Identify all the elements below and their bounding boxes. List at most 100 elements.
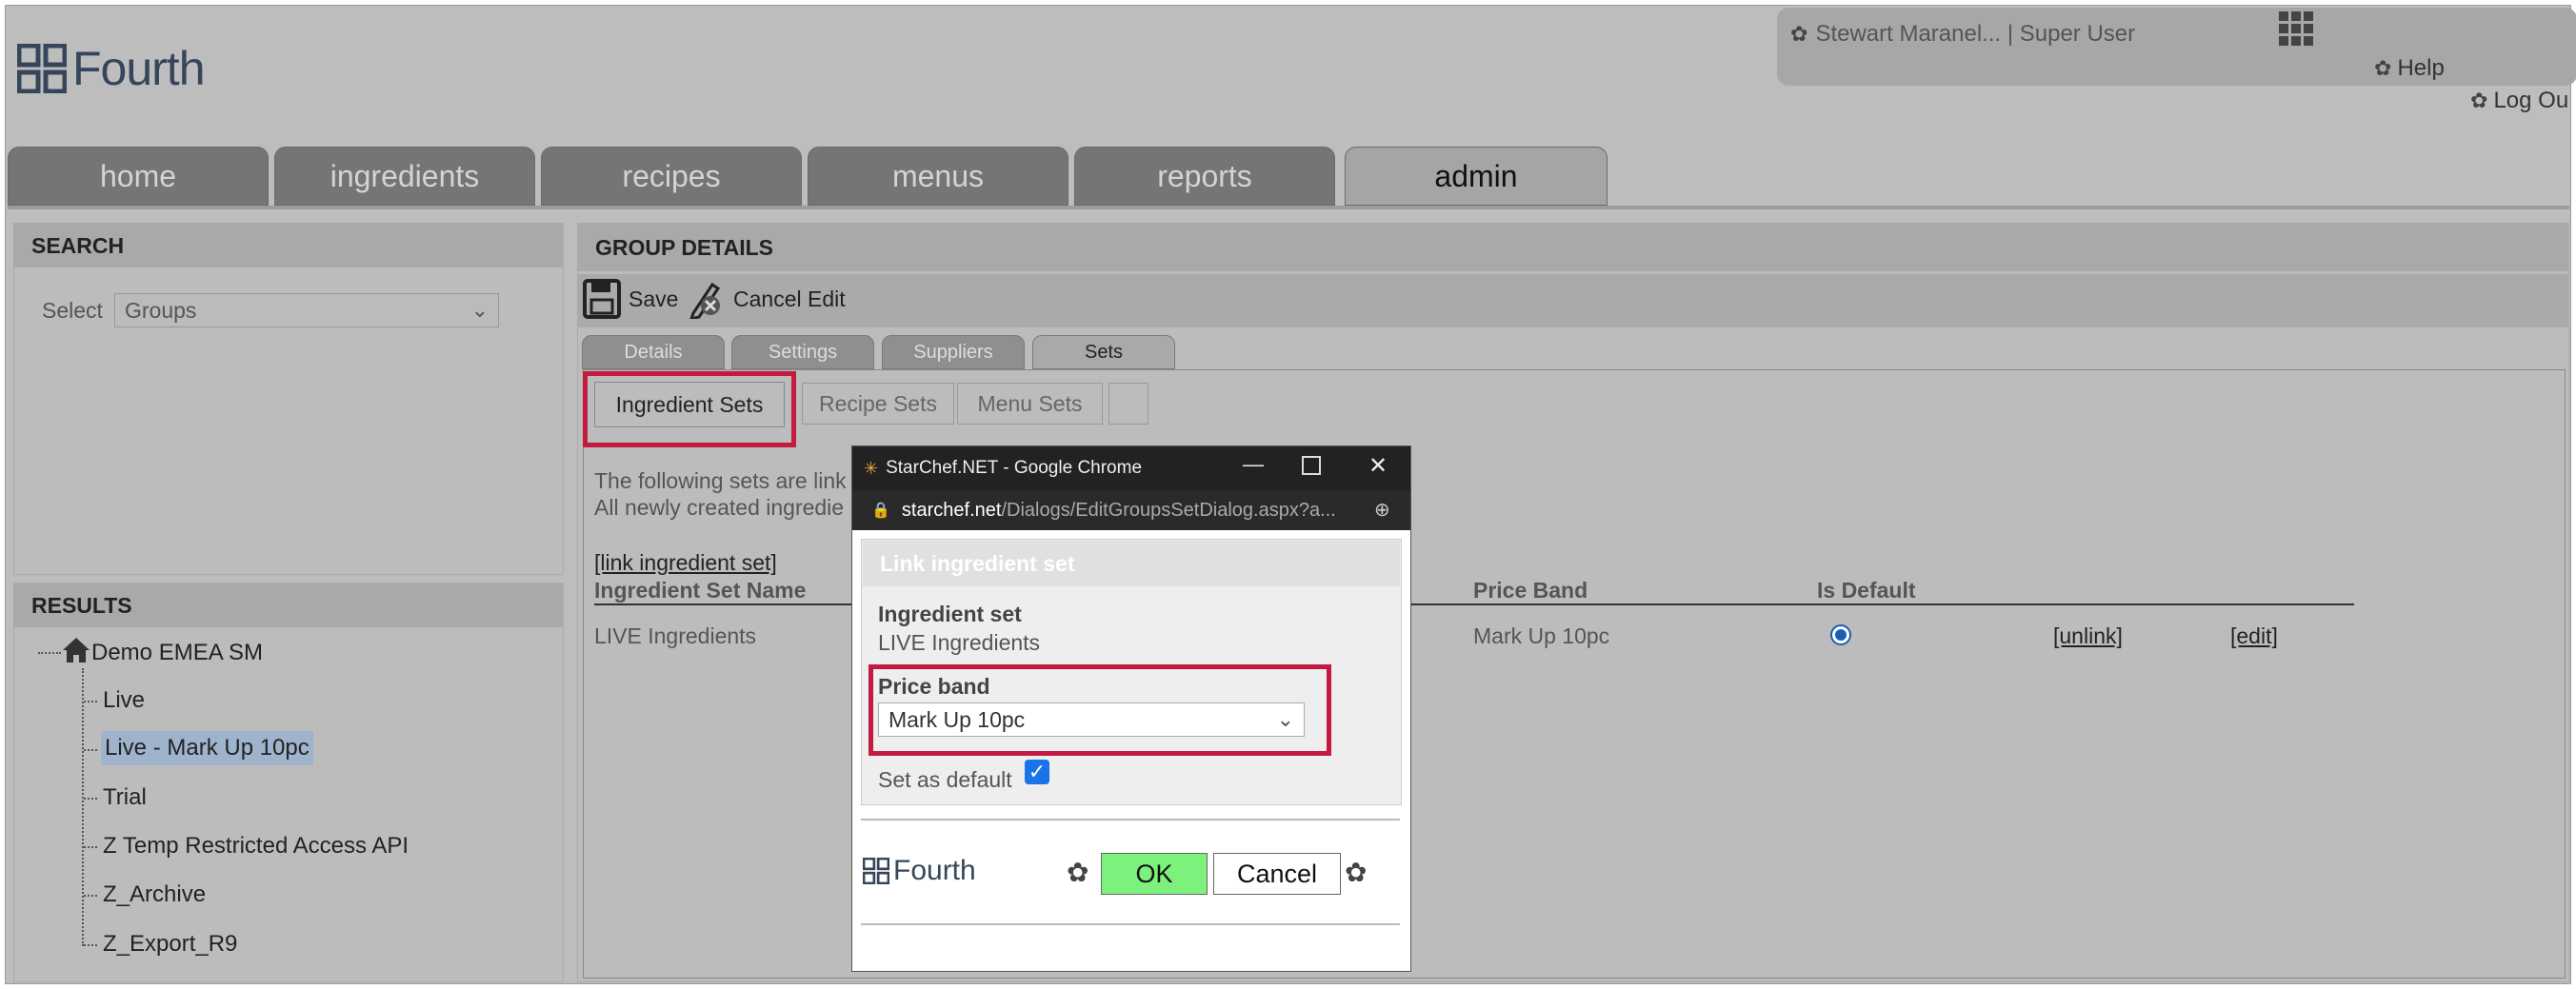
tree-item-z-temp[interactable]: Z Temp Restricted Access API [103,833,409,860]
chevron-down-icon: ⌄ [1276,707,1294,731]
main-tab-bar: home ingredients recipes menus reports a… [8,147,1608,208]
dialog-titlebar: ✳ StarChef.NET - Google Chrome — ✕ [852,446,1410,490]
help-label: Help [2397,55,2445,81]
dialog-logo-text: Fourth [893,855,976,886]
tree-connector [38,652,61,654]
fourth-logo-icon [863,858,889,884]
save-label: Save [629,286,679,311]
select-value: Groups [125,297,197,323]
subtab-details[interactable]: Details [582,335,725,369]
url-domain: starchef.net [901,499,1002,521]
unlink-link[interactable]: [unlink] [2053,623,2123,649]
price-band-select[interactable]: Mark Up 10pc ⌄ [878,702,1305,737]
group-toolbar [577,274,2569,327]
dialog-heading: Link ingredient set [863,541,1400,586]
dialog-fourth-logo: Fourth [863,855,976,887]
tree-connector [84,798,97,800]
col-ingredient-set-name: Ingredient Set Name [594,578,807,603]
tab-reports[interactable]: reports [1074,147,1335,206]
url-path: /Dialogs/EditGroupsSetDialog.aspx?a... [1001,499,1336,521]
settab-ingredient-sets[interactable]: Ingredient Sets [594,382,785,427]
link-ingredient-set-link[interactable]: [link ingredient set] [594,550,777,576]
dialog-urlbar: 🔒 starchef.net /Dialogs/EditGroupsSetDia… [852,490,1410,530]
dialog-divider [861,819,1400,821]
tree-item-trial[interactable]: Trial [103,784,147,811]
logo-text: Fourth [72,42,206,95]
cancel-edit-button[interactable]: Cancel Edit [688,279,846,319]
ingredient-set-value: LIVE Ingredients [878,630,1041,655]
set-default-label: Set as default [878,767,1012,792]
starchef-icon: ✳ [864,458,879,478]
settab-menu-sets[interactable]: Menu Sets [957,383,1103,425]
floppy-disk-icon [583,279,621,319]
set-default-checkbox[interactable]: ✓ [1025,760,1049,784]
logout-link[interactable]: ✿ Log Ou [2470,88,2568,114]
apps-grid-icon[interactable] [2279,11,2317,46]
search-panel: SEARCH [13,223,564,575]
lock-icon: 🔒 [871,503,890,519]
tab-menus[interactable]: menus [808,147,1068,206]
ingredient-set-label: Ingredient set [878,602,1022,626]
user-icon: ✿ [1790,22,1808,46]
tree-connector [84,846,97,848]
logout-label: Log Ou [2493,88,2569,113]
dialog-bottom-divider [861,923,1400,925]
price-band-value: Mark Up 10pc [889,706,1026,732]
ok-button[interactable]: OK [1101,853,1208,895]
cancel-edit-label: Cancel Edit [733,286,846,311]
ok-decoration-icon: ✿ [1067,858,1089,887]
user-name: Stewart Maranel... | Super User [1815,21,2136,47]
tree-line [82,668,84,946]
help-link[interactable]: ✿ Help [2374,55,2445,82]
fourth-logo[interactable]: Fourth [17,40,206,97]
logout-icon: ✿ [2470,89,2488,112]
minimize-icon[interactable]: — [1243,452,1264,477]
select-label: Select [42,298,103,323]
edit-link[interactable]: [edit] [2230,623,2278,649]
tree-connector [84,701,97,702]
zoom-icon[interactable]: ⊕ [1374,498,1390,522]
chevron-down-icon: ⌄ [470,298,489,322]
tab-recipes[interactable]: recipes [541,147,802,206]
tree-item-live[interactable]: Live [103,687,145,714]
tab-admin[interactable]: admin [1345,147,1608,206]
search-title: SEARCH [14,224,563,267]
tree-connector [84,749,97,751]
fourth-logo-icon [17,44,67,93]
tab-home[interactable]: home [8,147,269,206]
info-line-2: All newly created ingredie [594,495,845,520]
tree-item-z-archive[interactable]: Z_Archive [103,881,206,908]
results-title: RESULTS [14,584,563,627]
tree-root[interactable]: Demo EMEA SM [91,640,263,666]
default-radio[interactable] [1830,624,1851,645]
cancel-button[interactable]: Cancel [1213,853,1341,895]
tab-ingredients[interactable]: ingredients [274,147,535,206]
save-button[interactable]: Save [583,279,678,319]
col-is-default: Is Default [1817,578,1916,603]
settab-extra[interactable] [1108,383,1148,425]
help-icon: ✿ [2374,56,2392,80]
cancel-decoration-icon: ✿ [1345,858,1368,887]
search-type-select[interactable]: Groups ⌄ [114,293,499,327]
settab-recipe-sets[interactable]: Recipe Sets [802,383,954,425]
maximize-icon[interactable] [1302,456,1321,475]
row-price-band: Mark Up 10pc [1473,623,1610,648]
tab-divider [8,206,2569,209]
subtab-settings[interactable]: Settings [731,335,874,369]
tree-connector [84,895,97,897]
subtab-suppliers[interactable]: Suppliers [882,335,1025,369]
info-line-1: The following sets are link [594,468,847,493]
close-icon[interactable]: ✕ [1368,452,1388,480]
user-info[interactable]: ✿ Stewart Maranel... | Super User [1790,21,2135,48]
col-price-band: Price Band [1473,578,1588,603]
group-details-title: GROUP DETAILS [578,224,2568,271]
cancel-edit-icon [689,282,721,319]
tree-item-z-export[interactable]: Z_Export_R9 [103,931,237,958]
subtab-sets[interactable]: Sets [1032,335,1175,369]
tree-connector [84,944,97,946]
home-icon [61,636,91,669]
dialog-window-title: StarChef.NET - Google Chrome [886,458,1143,478]
row-set-name: LIVE Ingredients [594,623,757,648]
price-band-label: Price band [878,674,990,699]
tree-item-live-markup[interactable]: Live - Mark Up 10pc [101,731,313,765]
